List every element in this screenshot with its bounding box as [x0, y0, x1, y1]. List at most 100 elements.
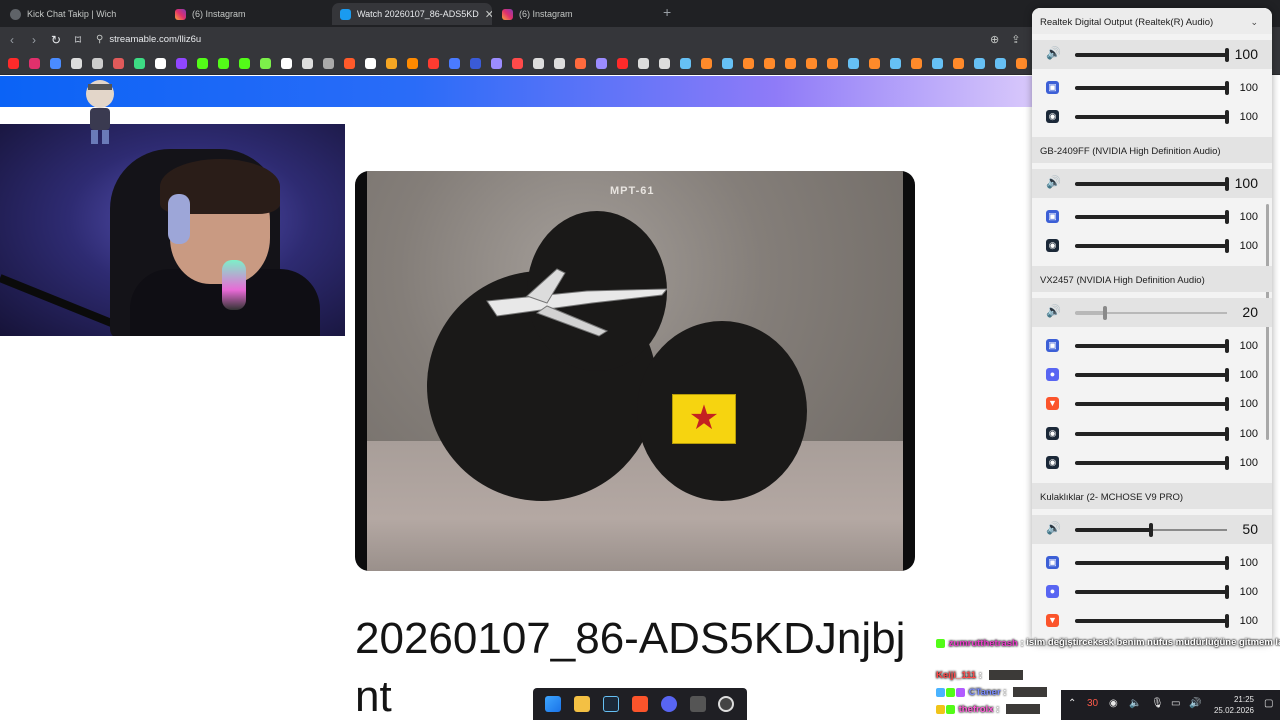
bookmark-favicon-icon[interactable]: [155, 58, 166, 69]
bookmark-favicon-icon[interactable]: [71, 58, 82, 69]
volume-slider[interactable]: [1075, 555, 1229, 570]
volume-slider[interactable]: [1075, 48, 1229, 62]
back-icon[interactable]: ‹: [2, 33, 22, 47]
volume-icon[interactable]: 🔊: [1189, 698, 1201, 709]
volume-slider-thumb[interactable]: [1225, 81, 1229, 95]
bookmark-favicon-icon[interactable]: [176, 58, 187, 69]
chevron-down-icon[interactable]: ⌄: [1250, 17, 1258, 28]
bookmark-favicon-icon[interactable]: [722, 58, 733, 69]
bookmark-favicon-icon[interactable]: [764, 58, 775, 69]
bookmark-favicon-icon[interactable]: [827, 58, 838, 69]
zoom-icon[interactable]: ⊕: [990, 33, 999, 46]
bookmark-favicon-icon[interactable]: [260, 58, 271, 69]
volume-slider[interactable]: [1075, 209, 1229, 224]
tab-kick-chat[interactable]: Kick Chat Takip | Wich: [2, 3, 167, 25]
bookmark-favicon-icon[interactable]: [806, 58, 817, 69]
bookmark-favicon-icon[interactable]: [50, 58, 61, 69]
bookmark-favicon-icon[interactable]: [113, 58, 124, 69]
bookmark-favicon-icon[interactable]: [638, 58, 649, 69]
volume-slider-thumb[interactable]: [1103, 305, 1108, 320]
bookmark-favicon-icon[interactable]: [365, 58, 376, 69]
volume-slider-thumb[interactable]: [1149, 522, 1153, 537]
bookmark-favicon-icon[interactable]: [953, 58, 964, 69]
speaker-icon[interactable]: 🔈: [1129, 698, 1141, 709]
bookmark-favicon-icon[interactable]: [197, 58, 208, 69]
volume-slider[interactable]: [1075, 426, 1229, 441]
volume-slider-thumb[interactable]: [1225, 239, 1229, 254]
bookmark-favicon-icon[interactable]: [239, 58, 250, 69]
bookmark-favicon-icon[interactable]: [785, 58, 796, 69]
speaker-icon[interactable]: 🔊: [1046, 46, 1061, 60]
bookmark-favicon-icon[interactable]: [512, 58, 523, 69]
volume-slider-thumb[interactable]: [1225, 397, 1229, 412]
app-icon[interactable]: [689, 696, 706, 712]
new-tab-button[interactable]: +: [663, 4, 671, 20]
video-player[interactable]: ★ MPT-61: [355, 171, 915, 571]
bookmark-favicon-icon[interactable]: [932, 58, 943, 69]
bookmark-favicon-icon[interactable]: [29, 58, 40, 69]
volume-slider[interactable]: [1075, 368, 1229, 382]
bookmark-favicon-icon[interactable]: [974, 58, 985, 69]
volume-slider[interactable]: [1075, 176, 1229, 191]
chevron-up-icon[interactable]: ⌃: [1068, 698, 1076, 709]
bookmark-favicon-icon[interactable]: [596, 58, 607, 69]
file-explorer-icon[interactable]: [574, 696, 591, 712]
forward-icon[interactable]: ›: [24, 33, 44, 47]
clock[interactable]: 21:25 25.02.2026: [1209, 694, 1254, 716]
bookmark-favicon-icon[interactable]: [323, 58, 334, 69]
volume-slider[interactable]: [1075, 397, 1229, 412]
bookmark-favicon-icon[interactable]: [386, 58, 397, 69]
reload-icon[interactable]: ↻: [46, 33, 66, 47]
close-tab-icon[interactable]: ✕: [485, 8, 492, 21]
bookmark-favicon-icon[interactable]: [302, 58, 313, 69]
bookmark-favicon-icon[interactable]: [407, 58, 418, 69]
bookmark-favicon-icon[interactable]: [449, 58, 460, 69]
discord-icon[interactable]: [660, 696, 677, 712]
bookmark-favicon-icon[interactable]: [428, 58, 439, 69]
bookmark-favicon-icon[interactable]: [659, 58, 670, 69]
volume-slider-thumb[interactable]: [1225, 614, 1229, 629]
steam-tray-icon[interactable]: ◉: [1109, 698, 1118, 709]
bookmark-favicon-icon[interactable]: [575, 58, 586, 69]
bookmark-favicon-icon[interactable]: [134, 58, 145, 69]
volume-slider[interactable]: [1075, 239, 1229, 254]
volume-slider[interactable]: [1075, 305, 1227, 320]
tab-streamable[interactable]: Watch 20260107_86-ADS5KD ✕: [332, 3, 492, 25]
volume-slider-thumb[interactable]: [1225, 209, 1229, 224]
bookmark-favicon-icon[interactable]: [1016, 58, 1027, 69]
bookmark-favicon-icon[interactable]: [92, 58, 103, 69]
bookmark-favicon-icon[interactable]: [890, 58, 901, 69]
bookmark-favicon-icon[interactable]: [491, 58, 502, 69]
volume-slider[interactable]: [1075, 614, 1229, 629]
volume-slider[interactable]: [1075, 585, 1229, 599]
microphone-icon[interactable]: 🎙: [1151, 698, 1164, 709]
volume-slider[interactable]: [1075, 110, 1229, 125]
bookmark-icon[interactable]: ⌑: [68, 33, 88, 47]
share-icon[interactable]: ⇪: [1011, 33, 1020, 46]
volume-slider-thumb[interactable]: [1225, 426, 1229, 441]
bookmark-favicon-icon[interactable]: [869, 58, 880, 69]
volume-slider-thumb[interactable]: [1225, 48, 1229, 62]
site-info-icon[interactable]: ⚲: [96, 34, 103, 45]
volume-slider-thumb[interactable]: [1225, 368, 1229, 382]
steam-icon[interactable]: [603, 696, 620, 712]
bookmark-favicon-icon[interactable]: [680, 58, 691, 69]
volume-slider-thumb[interactable]: [1225, 456, 1229, 471]
bookmark-favicon-icon[interactable]: [470, 58, 481, 69]
bookmark-favicon-icon[interactable]: [218, 58, 229, 69]
start-icon[interactable]: [545, 696, 562, 712]
volume-slider-thumb[interactable]: [1225, 555, 1229, 570]
bookmark-favicon-icon[interactable]: [533, 58, 544, 69]
volume-slider-thumb[interactable]: [1225, 176, 1229, 191]
volume-slider-thumb[interactable]: [1225, 110, 1229, 125]
speaker-icon[interactable]: 🔊: [1046, 304, 1061, 318]
volume-slider-thumb[interactable]: [1225, 585, 1229, 599]
network-icon[interactable]: ▭: [1171, 698, 1180, 709]
speaker-icon[interactable]: 🔊: [1046, 521, 1061, 535]
bookmark-favicon-icon[interactable]: [617, 58, 628, 69]
bookmark-favicon-icon[interactable]: [995, 58, 1006, 69]
bookmark-favicon-icon[interactable]: [743, 58, 754, 69]
speaker-icon[interactable]: 🔊: [1046, 175, 1061, 189]
volume-slider[interactable]: [1075, 522, 1227, 537]
notification-icon[interactable]: ▢: [1264, 698, 1273, 709]
